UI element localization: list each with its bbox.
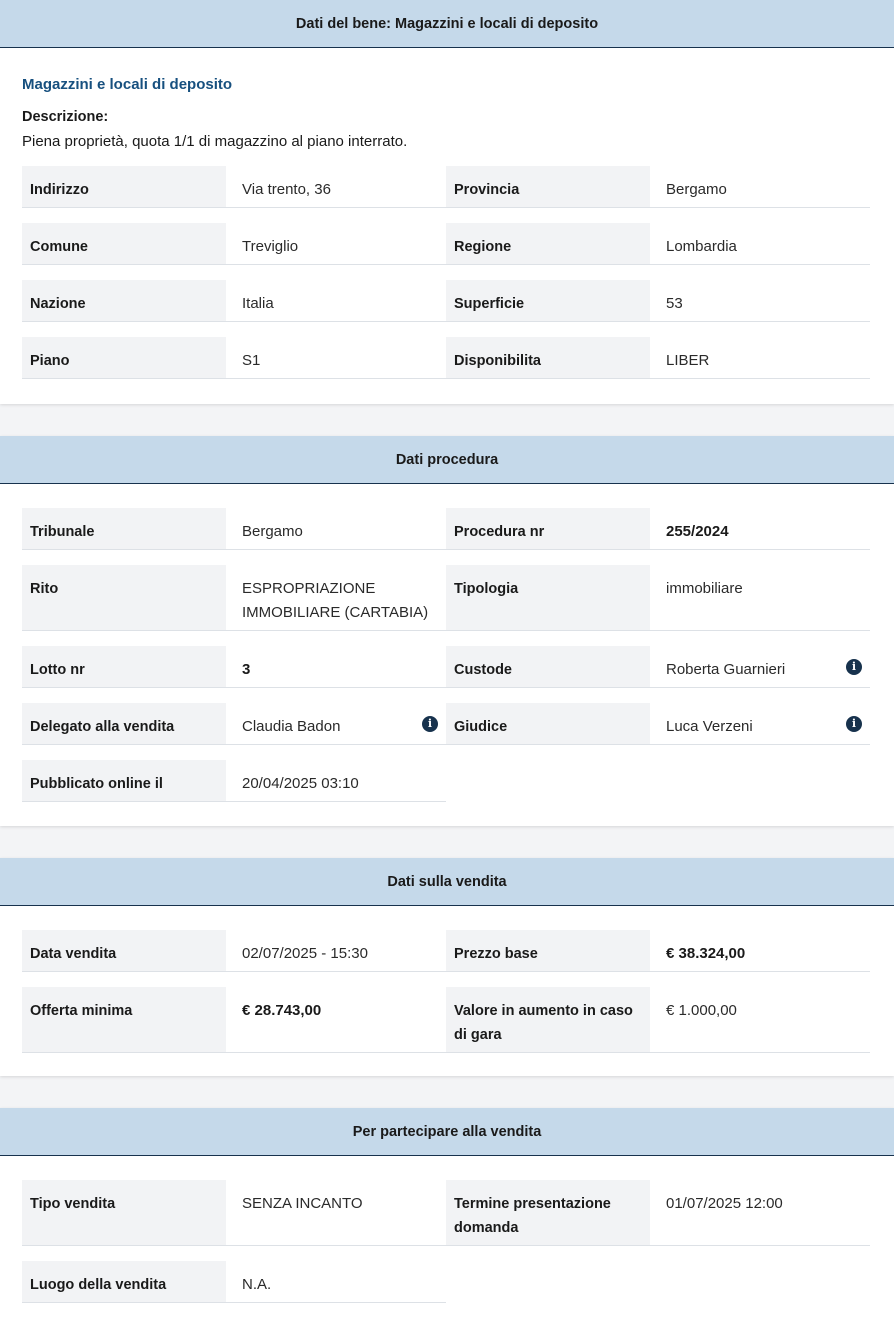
table-row: Delegato alla vendita Claudia Badon i Giud… bbox=[22, 703, 870, 745]
field-value: Via trento, 36 bbox=[242, 181, 331, 198]
table-row: Lotto nr 3 Custode Roberta Guarnieri i bbox=[22, 646, 870, 688]
field-label: Tipo vendita bbox=[22, 1180, 226, 1245]
partecipare-header: Per partecipare alla vendita bbox=[0, 1108, 894, 1156]
field-label: Regione bbox=[446, 223, 650, 264]
field-label: Indirizzo bbox=[22, 166, 226, 207]
field-value: 01/07/2025 12:00 bbox=[666, 1195, 783, 1212]
field-value: 20/04/2025 03:10 bbox=[242, 775, 359, 792]
field-value: 3 bbox=[242, 661, 251, 678]
field-label: Data vendita bbox=[22, 930, 226, 971]
table-row: Data vendita 02/07/2025 - 15:30 Prezzo ba… bbox=[22, 930, 870, 972]
table-row: Piano S1 Disponibilita LIBER bbox=[22, 337, 870, 379]
description-text: Piena proprietà, quota 1/1 di magazzino … bbox=[22, 133, 408, 150]
table-row: Tipo vendita SENZA INCANTO Termine presen… bbox=[22, 1180, 870, 1246]
field-value: Lombardia bbox=[666, 238, 737, 255]
table-row: Luogo della vendita N.A. bbox=[22, 1261, 870, 1303]
info-icon[interactable]: i bbox=[846, 659, 862, 675]
field-value: SENZA INCANTO bbox=[242, 1195, 363, 1212]
field-label: Luogo della vendita bbox=[22, 1261, 226, 1302]
field-value: 255/2024 bbox=[666, 523, 729, 540]
field-label: Prezzo base bbox=[446, 930, 650, 971]
field-label: Piano bbox=[22, 337, 226, 378]
field-label: Tipologia bbox=[446, 565, 650, 630]
table-row: Comune Treviglio Regione Lombardia bbox=[22, 223, 870, 265]
field-label: Pubblicato online il bbox=[22, 760, 226, 801]
table-row: Offerta minima € 28.743,00 Valore in aume… bbox=[22, 987, 870, 1053]
table-row: Rito ESPROPRIAZIONE IMMOBILIARE (CARTABIA… bbox=[22, 565, 870, 631]
field-label: Disponibilita bbox=[446, 337, 650, 378]
field-label: Superficie bbox=[446, 280, 650, 321]
table-row: Tribunale Bergamo Procedura nr 255/2024 bbox=[22, 508, 870, 550]
field-value: Bergamo bbox=[666, 181, 727, 198]
field-value: Claudia Badon bbox=[242, 718, 341, 735]
field-label: Termine presentazione domanda bbox=[446, 1180, 650, 1245]
field-value: 53 bbox=[666, 295, 683, 312]
field-label: Valore in aumento in caso di gara bbox=[446, 987, 650, 1052]
procedura-card: Dati procedura Tribunale Bergamo Procedur… bbox=[0, 436, 894, 826]
field-value: S1 bbox=[242, 352, 261, 369]
description-label: Descrizione: bbox=[22, 109, 109, 125]
bene-subtitle: Magazzini e locali di deposito bbox=[22, 76, 233, 93]
field-label: Tribunale bbox=[22, 508, 226, 549]
field-label: Delegato alla vendita bbox=[22, 703, 226, 744]
field-label: Procedura nr bbox=[446, 508, 650, 549]
field-value: Treviglio bbox=[242, 238, 299, 255]
field-value: € 38.324,00 bbox=[666, 945, 746, 962]
field-label: Giudice bbox=[446, 703, 650, 744]
bene-header: Dati del bene: Magazzini e locali di dep… bbox=[0, 0, 894, 48]
info-icon[interactable]: i bbox=[422, 716, 438, 732]
vendita-header: Dati sulla vendita bbox=[0, 858, 894, 906]
field-value: Bergamo bbox=[242, 523, 303, 540]
procedura-header: Dati procedura bbox=[0, 436, 894, 484]
field-label: Custode bbox=[446, 646, 650, 687]
table-row: Indirizzo Via trento, 36 Provincia Bergamo bbox=[22, 166, 870, 208]
field-value: € 28.743,00 bbox=[242, 1002, 322, 1019]
field-label: Nazione bbox=[22, 280, 226, 321]
field-value: LIBER bbox=[666, 352, 710, 369]
field-value: € 1.000,00 bbox=[666, 1002, 737, 1019]
table-row: Pubblicato online il 20/04/2025 03:10 bbox=[22, 760, 870, 802]
field-label: Comune bbox=[22, 223, 226, 264]
info-icon[interactable]: i bbox=[846, 716, 862, 732]
field-value: Italia bbox=[242, 295, 274, 312]
field-value: 02/07/2025 - 15:30 bbox=[242, 945, 368, 962]
vendita-card: Dati sulla vendita Data vendita 02/07/202… bbox=[0, 858, 894, 1076]
partecipare-card: Per partecipare alla vendita Tipo vendit… bbox=[0, 1108, 894, 1328]
field-label: Offerta minima bbox=[22, 987, 226, 1052]
field-value: Roberta Guarnieri bbox=[666, 661, 786, 678]
field-value: Luca Verzeni bbox=[666, 718, 753, 735]
table-row: Nazione Italia Superficie 53 bbox=[22, 280, 870, 322]
field-label: Provincia bbox=[446, 166, 650, 207]
field-value: ESPROPRIAZIONE IMMOBILIARE (CARTABIA) bbox=[242, 580, 429, 621]
field-value: immobiliare bbox=[666, 580, 743, 597]
bene-card: Dati del bene: Magazzini e locali di dep… bbox=[0, 0, 894, 404]
field-value: N.A. bbox=[242, 1276, 272, 1293]
field-label: Lotto nr bbox=[22, 646, 226, 687]
field-label: Rito bbox=[22, 565, 226, 630]
